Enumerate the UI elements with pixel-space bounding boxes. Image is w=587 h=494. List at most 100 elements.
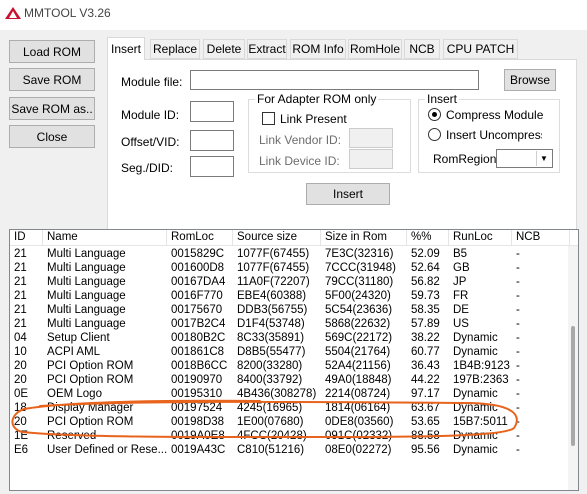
table-row[interactable]: 21 Multi Language 0015829C 1077F(67455) 7E3C… — [10, 247, 578, 261]
column-header-name[interactable]: Name — [43, 230, 167, 246]
compress-module-radio[interactable] — [428, 108, 441, 121]
cell-runloc: Dynamic — [453, 402, 498, 414]
table-row[interactable]: 04 Setup Client 00180B2C 8C33(35891) 569C(22… — [10, 331, 578, 345]
module-list[interactable]: ID Name RomLoc Source size Size in Rom %… — [9, 229, 579, 491]
table-row[interactable]: 21 Multi Language 0017B2C4 D1F4(53748) 5868(… — [10, 317, 578, 331]
link-vendor-id-input[interactable] — [349, 128, 393, 148]
window-title: MMTOOL V3.26 — [24, 6, 111, 20]
cell-romloc: 00175670 — [171, 304, 223, 316]
table-row[interactable]: 21 Multi Language 0016F770 EBE4(60388) 5F00(… — [10, 289, 578, 303]
cell-ncb: - — [516, 388, 520, 400]
column-header-id[interactable]: ID — [10, 230, 43, 246]
column-header-size-in-rom[interactable]: Size in Rom — [321, 230, 407, 246]
cell-name: Setup Client — [47, 332, 110, 344]
cell-source-size: 1077F(67455) — [237, 262, 310, 274]
seg-did-input[interactable] — [190, 156, 234, 177]
cell-source-size: 1077F(67455) — [237, 248, 310, 260]
cell-size-in-rom: 091C(02332) — [325, 430, 393, 442]
load-rom-button[interactable]: Load ROM — [9, 40, 95, 63]
cell-id: 0E — [14, 388, 29, 400]
cell-romloc: 0018B6CC — [171, 360, 228, 372]
cell-runloc: B5 — [453, 248, 468, 260]
cell-romloc: 00167DA4 — [171, 276, 226, 288]
tab-romhole[interactable]: RomHole — [348, 39, 402, 59]
cell-ncb: - — [516, 304, 520, 316]
tab-rom-info[interactable]: ROM Info — [290, 39, 346, 59]
cell-runloc: Dynamic — [453, 332, 498, 344]
cell-ncb: - — [516, 360, 520, 372]
column-header-percent[interactable]: %% — [407, 230, 449, 246]
save-rom-as-button[interactable]: Save ROM as.. — [9, 97, 95, 120]
close-button[interactable]: Close — [9, 125, 95, 148]
column-header-romloc[interactable]: RomLoc — [167, 230, 233, 246]
cell-runloc: Dynamic — [453, 388, 498, 400]
cell-name: ACPI AML — [47, 346, 101, 358]
cell-name: PCI Option ROM — [47, 416, 134, 428]
insert-button[interactable]: Insert — [306, 183, 390, 205]
module-list-header: ID Name RomLoc Source size Size in Rom %… — [10, 230, 578, 246]
cell-id: 18 — [14, 402, 27, 414]
offset-vid-input[interactable] — [190, 130, 234, 151]
link-present-checkbox[interactable] — [262, 112, 275, 125]
table-row[interactable]: 0E OEM Logo 00195310 4B436(308278) 2214(0872… — [10, 387, 578, 401]
cell-romloc: 001861C8 — [171, 346, 225, 358]
cell-runloc: GB — [453, 262, 470, 274]
table-row[interactable]: 1E Reserved 0019A0E8 4FCC(20428) 091C(02332)… — [10, 429, 578, 443]
cell-source-size: 8C33(35891) — [237, 332, 305, 344]
romregion-select[interactable]: ▼ — [496, 149, 553, 168]
cell-id: 21 — [14, 290, 27, 302]
column-header-source-size[interactable]: Source size — [233, 230, 321, 246]
table-row[interactable]: E6 User Defined or Rese... 0019A43C C810(51… — [10, 443, 578, 457]
cell-runloc: 197B:2363 — [453, 374, 509, 386]
tab-cpu-patch[interactable]: CPU PATCH — [443, 39, 518, 59]
cell-name: Multi Language — [47, 318, 126, 330]
cell-runloc: 1B4B:9123 — [453, 360, 510, 372]
module-file-input[interactable] — [190, 70, 479, 90]
scroll-thumb[interactable] — [571, 326, 575, 446]
tab-ncb[interactable]: NCB — [404, 39, 440, 59]
cell-size-in-rom: 49A0(18848) — [325, 374, 392, 386]
table-row[interactable]: 20 PCI Option ROM 0018B6CC 8200(33280) 52A4(… — [10, 359, 578, 373]
chevron-down-icon[interactable]: ▼ — [536, 151, 551, 166]
cell-percent: 59.73 — [411, 290, 440, 302]
table-row[interactable]: 20 PCI Option ROM 00198D38 1E00(07680) 0DE8(… — [10, 415, 578, 429]
cell-size-in-rom: 08E0(02272) — [325, 444, 392, 456]
column-header-ncb[interactable]: NCB — [512, 230, 570, 246]
table-row[interactable]: 21 Multi Language 00167DA4 11A0F(72207) 79CC… — [10, 275, 578, 289]
cell-size-in-rom: 5868(22632) — [325, 318, 391, 330]
adapter-rom-group-title: For Adapter ROM only — [255, 92, 379, 106]
table-row[interactable]: 21 Multi Language 001600D8 1077F(67455) 7CCC… — [10, 261, 578, 275]
link-device-id-input[interactable] — [349, 149, 393, 169]
tab-delete[interactable]: Delete — [203, 39, 245, 59]
list-scrollbar[interactable] — [568, 246, 578, 490]
module-id-input[interactable] — [190, 101, 234, 122]
cell-runloc: JP — [453, 276, 467, 288]
cell-name: Multi Language — [47, 304, 126, 316]
cell-source-size: EBE4(60388) — [237, 290, 307, 302]
tab-extract[interactable]: Extract — [247, 39, 287, 59]
table-row[interactable]: 10 ACPI AML 001861C8 D8B5(55477) 5504(21764)… — [10, 345, 578, 359]
save-rom-button[interactable]: Save ROM — [9, 68, 95, 91]
cell-size-in-rom: 0DE8(03560) — [325, 416, 394, 428]
cell-source-size: C810(51216) — [237, 444, 305, 456]
tab-insert[interactable]: Insert — [107, 37, 145, 60]
insert-uncompressed-radio[interactable] — [428, 128, 441, 141]
table-row[interactable]: 20 PCI Option ROM 00190970 8400(33792) 49A0(… — [10, 373, 578, 387]
cell-percent: 52.09 — [411, 248, 440, 260]
cell-id: 10 — [14, 346, 27, 358]
column-header-runloc[interactable]: RunLoc — [449, 230, 512, 246]
cell-ncb: - — [516, 430, 520, 442]
cell-size-in-rom: 5C54(23636) — [325, 304, 393, 316]
table-row[interactable]: 21 Multi Language 00175670 DDB3(56755) 5C54(… — [10, 303, 578, 317]
cell-runloc: Dynamic — [453, 444, 498, 456]
cell-id: 21 — [14, 304, 27, 316]
cell-ncb: - — [516, 416, 520, 428]
module-list-rows: 21 Multi Language 0015829C 1077F(67455) 7E3C… — [10, 247, 578, 457]
tab-replace[interactable]: Replace — [150, 39, 200, 59]
cell-ncb: - — [516, 318, 520, 330]
cell-size-in-rom: 7CCC(31948) — [325, 262, 396, 274]
cell-id: 21 — [14, 248, 27, 260]
table-row[interactable]: 18 Display Manager 00197524 4245(16965) 1814… — [10, 401, 578, 415]
compress-module-label: Compress Module — [446, 108, 544, 122]
browse-button[interactable]: Browse — [504, 69, 556, 91]
